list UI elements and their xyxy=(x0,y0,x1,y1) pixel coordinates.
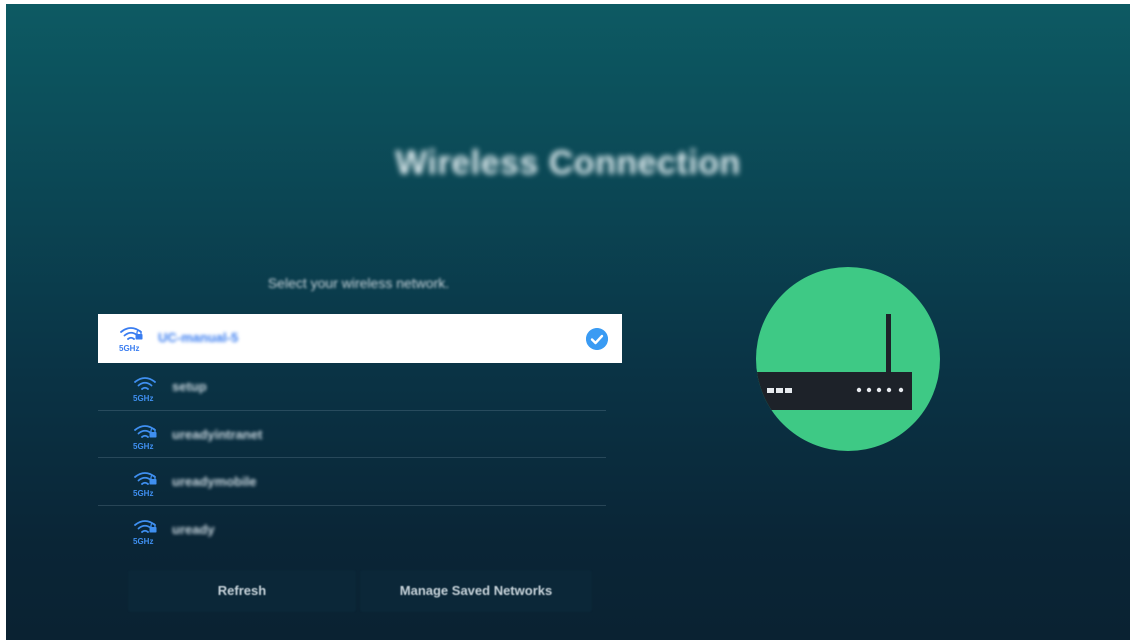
illustration-circle xyxy=(756,267,940,451)
network-ssid: UC-manual-5 xyxy=(158,330,239,345)
network-ssid: setup xyxy=(172,379,207,394)
router-antenna xyxy=(886,314,891,372)
network-ssid: uready xyxy=(172,521,215,537)
select-network-prompt: Select your wireless network. xyxy=(267,275,450,291)
wifi-lock-icon: 5GHz xyxy=(133,519,157,546)
wifi-lock-icon: 5GHz xyxy=(133,472,157,498)
network-item[interactable]: 5GHz uready xyxy=(98,506,606,554)
refresh-button[interactable]: Refresh xyxy=(128,570,356,612)
page-title: Wireless Connection xyxy=(395,144,741,182)
network-item[interactable]: 5GHz ureadymobile xyxy=(98,458,606,506)
router-illustration xyxy=(756,267,940,451)
svg-text:5GHz: 5GHz xyxy=(133,537,153,546)
wifi-lock-icon: 5GHz xyxy=(119,327,143,353)
wifi-lock-icon: 5GHz xyxy=(133,424,157,451)
wifi-lock-icon: 5GHz xyxy=(133,377,156,403)
network-item-selected[interactable]: 5GHz UC-manual-5 xyxy=(98,314,622,363)
tv-screen: Wireless Connection Select your wireless… xyxy=(6,4,1130,640)
network-ssid: ureadymobile xyxy=(172,474,257,489)
check-circle-icon xyxy=(586,328,608,350)
svg-text:5GHz: 5GHz xyxy=(119,344,139,353)
network-ssid: ureadyintranet xyxy=(172,426,263,442)
network-list: 5GHz UC-manual-5 5GHz setup 5GHz ureadyi… xyxy=(98,314,622,553)
svg-text:5GHz: 5GHz xyxy=(133,442,153,451)
network-item[interactable]: 5GHz setup xyxy=(98,363,606,411)
svg-text:5GHz: 5GHz xyxy=(133,489,153,498)
svg-text:5GHz: 5GHz xyxy=(133,394,153,403)
manage-saved-networks-button[interactable]: Manage Saved Networks xyxy=(360,570,592,612)
network-item[interactable]: 5GHz ureadyintranet xyxy=(98,411,606,458)
